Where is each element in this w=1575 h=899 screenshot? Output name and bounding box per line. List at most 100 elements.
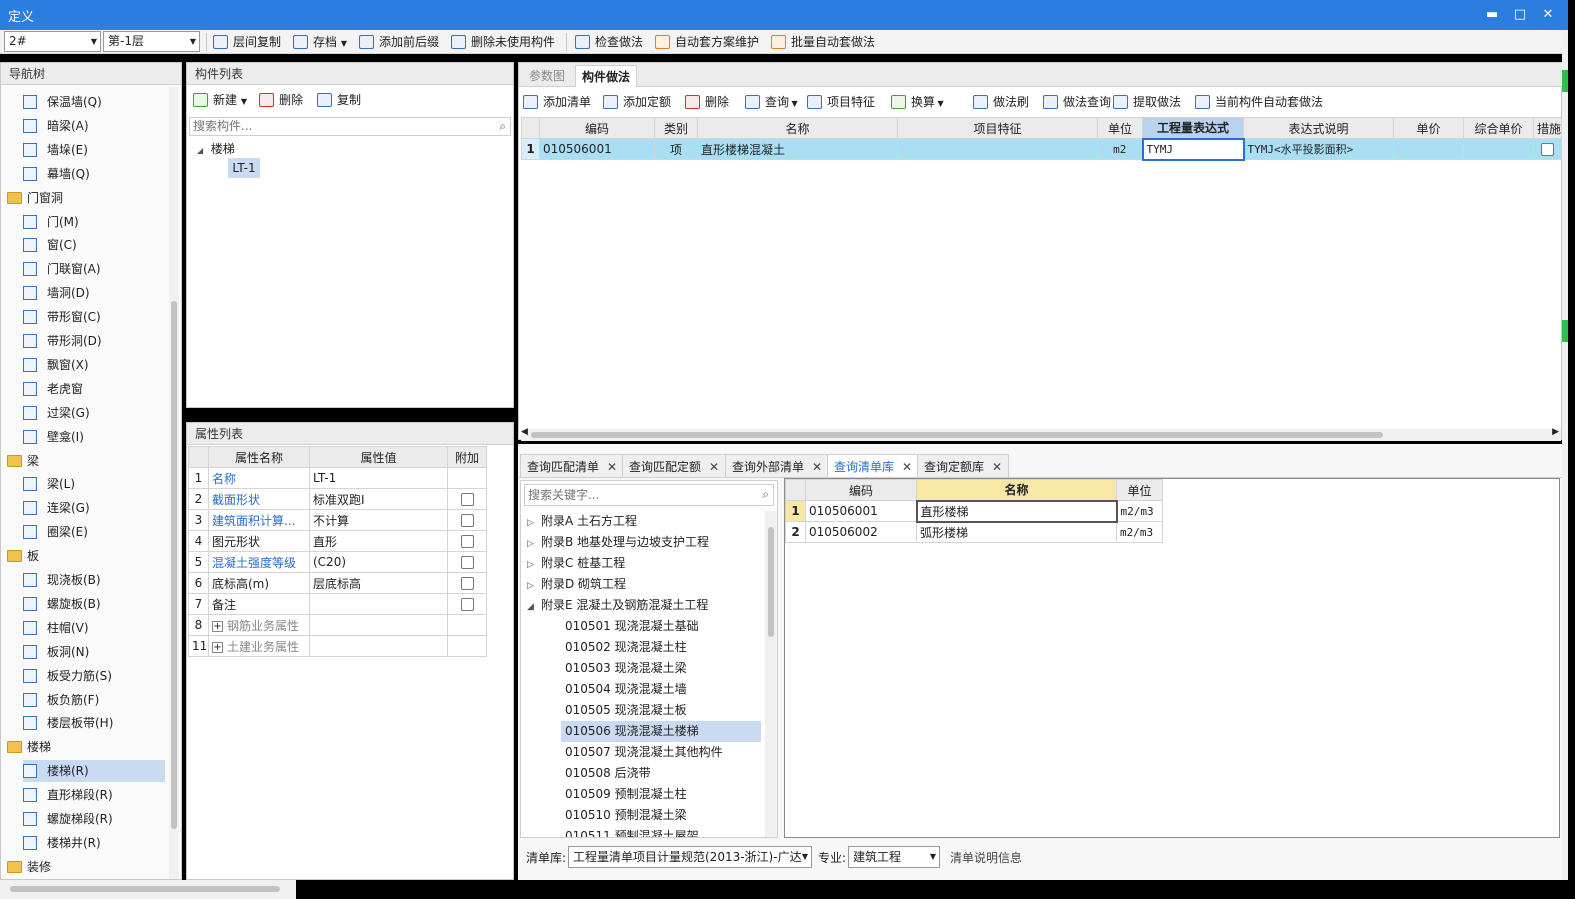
tab-component-method[interactable]: 构件做法 [575, 65, 638, 87]
extra-checkbox[interactable] [460, 577, 474, 590]
property-row[interactable]: 5 混凝土强度等级 (C20) [188, 551, 487, 573]
result-row[interactable]: 2 010506002 弧形楼梯 m2/m3 [785, 521, 1163, 543]
nav-hscrollbar[interactable] [0, 880, 296, 899]
nav-item[interactable]: 板负筋(F) [23, 689, 165, 711]
close-icon[interactable]: ✕ [812, 460, 822, 474]
expand-icon[interactable]: ▷ [527, 513, 541, 534]
expand-icon[interactable]: ▷ [527, 576, 541, 597]
method-hscrollbar[interactable]: ◀ ▶ [521, 427, 1561, 441]
nav-item[interactable]: 过梁(G) [23, 402, 165, 424]
nav-item[interactable]: 楼梯井(R) [23, 832, 165, 854]
scroll-left-icon[interactable]: ◀ [521, 427, 528, 437]
property-row[interactable]: 1 名称 LT-1 [188, 467, 487, 489]
keyword-search-input[interactable] [525, 485, 745, 504]
component-search[interactable]: ⌕ [189, 117, 511, 136]
nav-item[interactable]: 老虎窗 [23, 378, 165, 400]
method-type[interactable]: 项 [654, 138, 698, 160]
extra-checkbox[interactable] [460, 535, 474, 548]
method-expr-desc[interactable]: TYMJ<水平投影面积> [1243, 138, 1394, 160]
close-icon[interactable]: ✕ [992, 460, 1002, 474]
nav-item[interactable]: 螺旋梯段(R) [23, 808, 165, 830]
nav-item[interactable]: 直形梯段(R) [23, 784, 165, 806]
convert-button[interactable]: 换算 ▼ [891, 93, 944, 111]
property-value[interactable]: 层底标高 [309, 572, 448, 594]
method-query-button[interactable]: 做法查询 [1043, 93, 1111, 111]
method-feature[interactable] [897, 138, 1098, 160]
auto-method-button[interactable]: 当前构件自动套做法 [1195, 93, 1323, 111]
keyword-search[interactable]: ⌕ [524, 484, 774, 506]
nav-item[interactable]: 柱帽(V) [23, 617, 165, 639]
library-select[interactable]: 工程量清单项目计量规范(2013-浙江)-广达 ▼ [568, 846, 812, 868]
property-row[interactable]: 6 底标高(m) 层底标高 [188, 572, 487, 594]
nav-group[interactable]: 门窗洞 [7, 187, 167, 209]
close-icon[interactable]: ✕ [607, 460, 617, 474]
library-scrollbar[interactable] [765, 511, 777, 837]
nav-scroll-thumb[interactable] [171, 301, 177, 829]
extra-checkbox[interactable] [460, 514, 474, 527]
property-row[interactable]: 4 图元形状 直形 [188, 530, 487, 552]
nav-item[interactable]: 墙洞(D) [23, 282, 165, 304]
query-tab[interactable]: 查询清单库 ✕ [827, 454, 920, 478]
nav-item[interactable]: 壁龛(I) [23, 426, 165, 448]
property-value[interactable]: LT-1 [309, 467, 448, 489]
nav-item[interactable]: 板受力筋(S) [23, 665, 165, 687]
add-prefix-suffix-button[interactable]: 添加前后缀 [359, 33, 439, 51]
tree-item-lt1[interactable]: LT-1 [228, 158, 260, 178]
nav-item[interactable]: 螺旋板(B) [23, 593, 165, 615]
nav-item[interactable]: 梁(L) [23, 473, 165, 495]
library-chapter[interactable]: ▷ 附录C 桩基工程 [527, 553, 625, 574]
expand-icon[interactable]: ▷ [527, 555, 541, 576]
library-section[interactable]: 010509 预制混凝土柱 [561, 784, 761, 805]
query-tab[interactable]: 查询匹配清单 ✕ [520, 454, 625, 478]
library-section[interactable]: 010511 预制混凝土屋架 [561, 826, 761, 837]
method-brush-button[interactable]: 做法刷 [973, 93, 1029, 111]
library-section[interactable]: 010501 现浇混凝土基础 [561, 616, 761, 637]
scroll-right-icon[interactable]: ▶ [1552, 427, 1559, 437]
batch-auto-method-button[interactable]: 批量自动套做法 [771, 33, 875, 51]
expand-icon[interactable]: + [212, 620, 223, 632]
auto-plan-button[interactable]: 自动套方案维护 [655, 33, 759, 51]
library-section[interactable]: 010504 现浇混凝土墙 [561, 679, 761, 700]
nav-group[interactable]: 楼梯 [7, 736, 167, 758]
new-component-button[interactable]: 新建 ▼ [193, 91, 247, 109]
library-chapter[interactable]: ▷ 附录A 土石方工程 [527, 511, 637, 532]
method-unit[interactable]: m2 [1097, 138, 1143, 160]
collapse-icon[interactable]: ◢ [527, 597, 541, 618]
nav-item[interactable]: 连梁(G) [23, 497, 165, 519]
nav-item[interactable]: 带形窗(C) [23, 306, 165, 328]
library-section[interactable]: 010503 现浇混凝土梁 [561, 658, 761, 679]
copy-component-button[interactable]: 复制 [317, 91, 361, 109]
nav-item[interactable]: 门联窗(A) [23, 258, 165, 280]
result-name[interactable]: 直形楼梯 [915, 499, 1118, 523]
extract-method-button[interactable]: 提取做法 [1113, 93, 1181, 111]
extra-checkbox[interactable] [460, 493, 474, 506]
result-name[interactable]: 弧形楼梯 [916, 521, 1117, 543]
library-chapter[interactable]: ◢ 附录E 混凝土及钢筋混凝土工程 [527, 595, 708, 616]
property-value[interactable]: (C20) [309, 551, 448, 573]
search-icon[interactable]: ⌕ [762, 487, 769, 502]
nav-group[interactable]: 板 [7, 545, 167, 567]
nav-item[interactable]: 暗梁(A) [23, 115, 165, 137]
property-row[interactable]: 3 建筑面积计算... 不计算 [188, 509, 487, 531]
property-row[interactable]: 8 + 钢筋业务属性 [188, 614, 487, 636]
extra-checkbox[interactable] [460, 556, 474, 569]
delete-button[interactable]: 删除 [685, 93, 729, 111]
delete-unused-button[interactable]: 删除未使用构件 [451, 33, 555, 51]
property-row[interactable]: 7 备注 [188, 593, 487, 615]
tab-param-diagram[interactable]: 参数图 [523, 65, 571, 87]
nav-item[interactable]: 圈梁(E) [23, 521, 165, 543]
method-code[interactable]: 010506001 [539, 138, 655, 160]
nav-group[interactable]: 装修 [7, 856, 167, 878]
tree-root[interactable]: ◢ 楼梯 [197, 139, 235, 159]
library-section[interactable]: 010508 后浇带 [561, 763, 761, 784]
property-value[interactable]: 不计算 [309, 509, 448, 531]
archive-button[interactable]: 存档 ▼ [293, 33, 347, 51]
library-info-link[interactable]: 清单说明信息 [950, 847, 1022, 869]
nav-item[interactable]: 楼层板带(H) [23, 712, 165, 734]
nav-item[interactable]: 门(M) [23, 211, 165, 233]
nav-item[interactable]: 墙垛(E) [23, 139, 165, 161]
library-section[interactable]: 010506 现浇混凝土楼梯 [561, 721, 761, 742]
result-code[interactable]: 010506002 [805, 521, 917, 543]
nav-group[interactable]: 梁 [7, 450, 167, 472]
library-section[interactable]: 010507 现浇混凝土其他构件 [561, 742, 761, 763]
